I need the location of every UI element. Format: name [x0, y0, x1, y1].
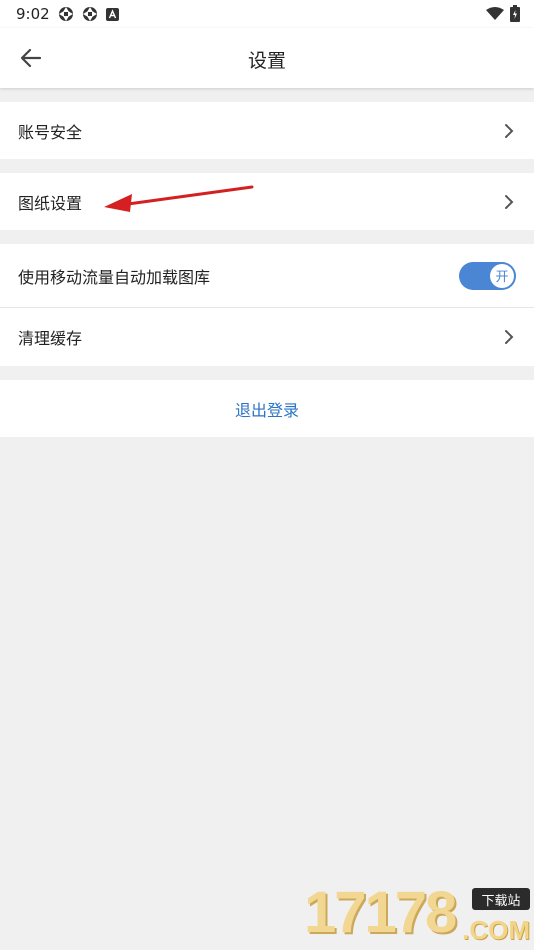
settings-item-label: 图纸设置 [18, 193, 83, 213]
settings-item-label: 清理缓存 [18, 329, 83, 348]
wifi-icon [486, 6, 504, 20]
logout-label: 退出登录 [234, 400, 299, 420]
settings-item-mobile-data-autoload: 使用移动流量自动加载图库 开 [0, 244, 534, 307]
settings-item-account-security[interactable]: 账号安全 [0, 102, 534, 159]
status-time: 9:02 [16, 5, 50, 23]
a-notification-icon [106, 7, 119, 21]
logout-button[interactable]: 退出登录 [0, 380, 534, 437]
watermark-logo: 17178 下载站 .COM [304, 880, 532, 950]
watermark-number: 17178 [304, 880, 457, 945]
watermark-suffix: .COM [462, 915, 530, 945]
settings-item-drawing-settings[interactable]: 图纸设置 [0, 173, 534, 230]
settings-item-clear-cache[interactable]: 清理缓存 [0, 308, 534, 366]
chevron-right-icon [505, 330, 514, 344]
app-bar: 设置 [0, 28, 534, 88]
battery-icon [510, 5, 520, 22]
page-title: 设置 [247, 50, 286, 72]
watermark-badge: 下载站 [472, 888, 530, 910]
aperture-icon [83, 7, 97, 21]
annotation-arrow [104, 185, 254, 212]
status-bar: 9:02 [0, 0, 534, 28]
status-icons-left [58, 6, 119, 22]
chevron-right-icon [505, 194, 514, 209]
aperture-icon [59, 7, 73, 21]
toggle-knob: 开 [490, 263, 514, 288]
chevron-right-icon [505, 123, 514, 138]
status-icons-right [486, 5, 520, 22]
settings-item-label: 使用移动流量自动加载图库 [18, 267, 211, 287]
settings-item-label: 账号安全 [18, 122, 83, 142]
mobile-data-toggle[interactable]: 开 [459, 261, 516, 290]
